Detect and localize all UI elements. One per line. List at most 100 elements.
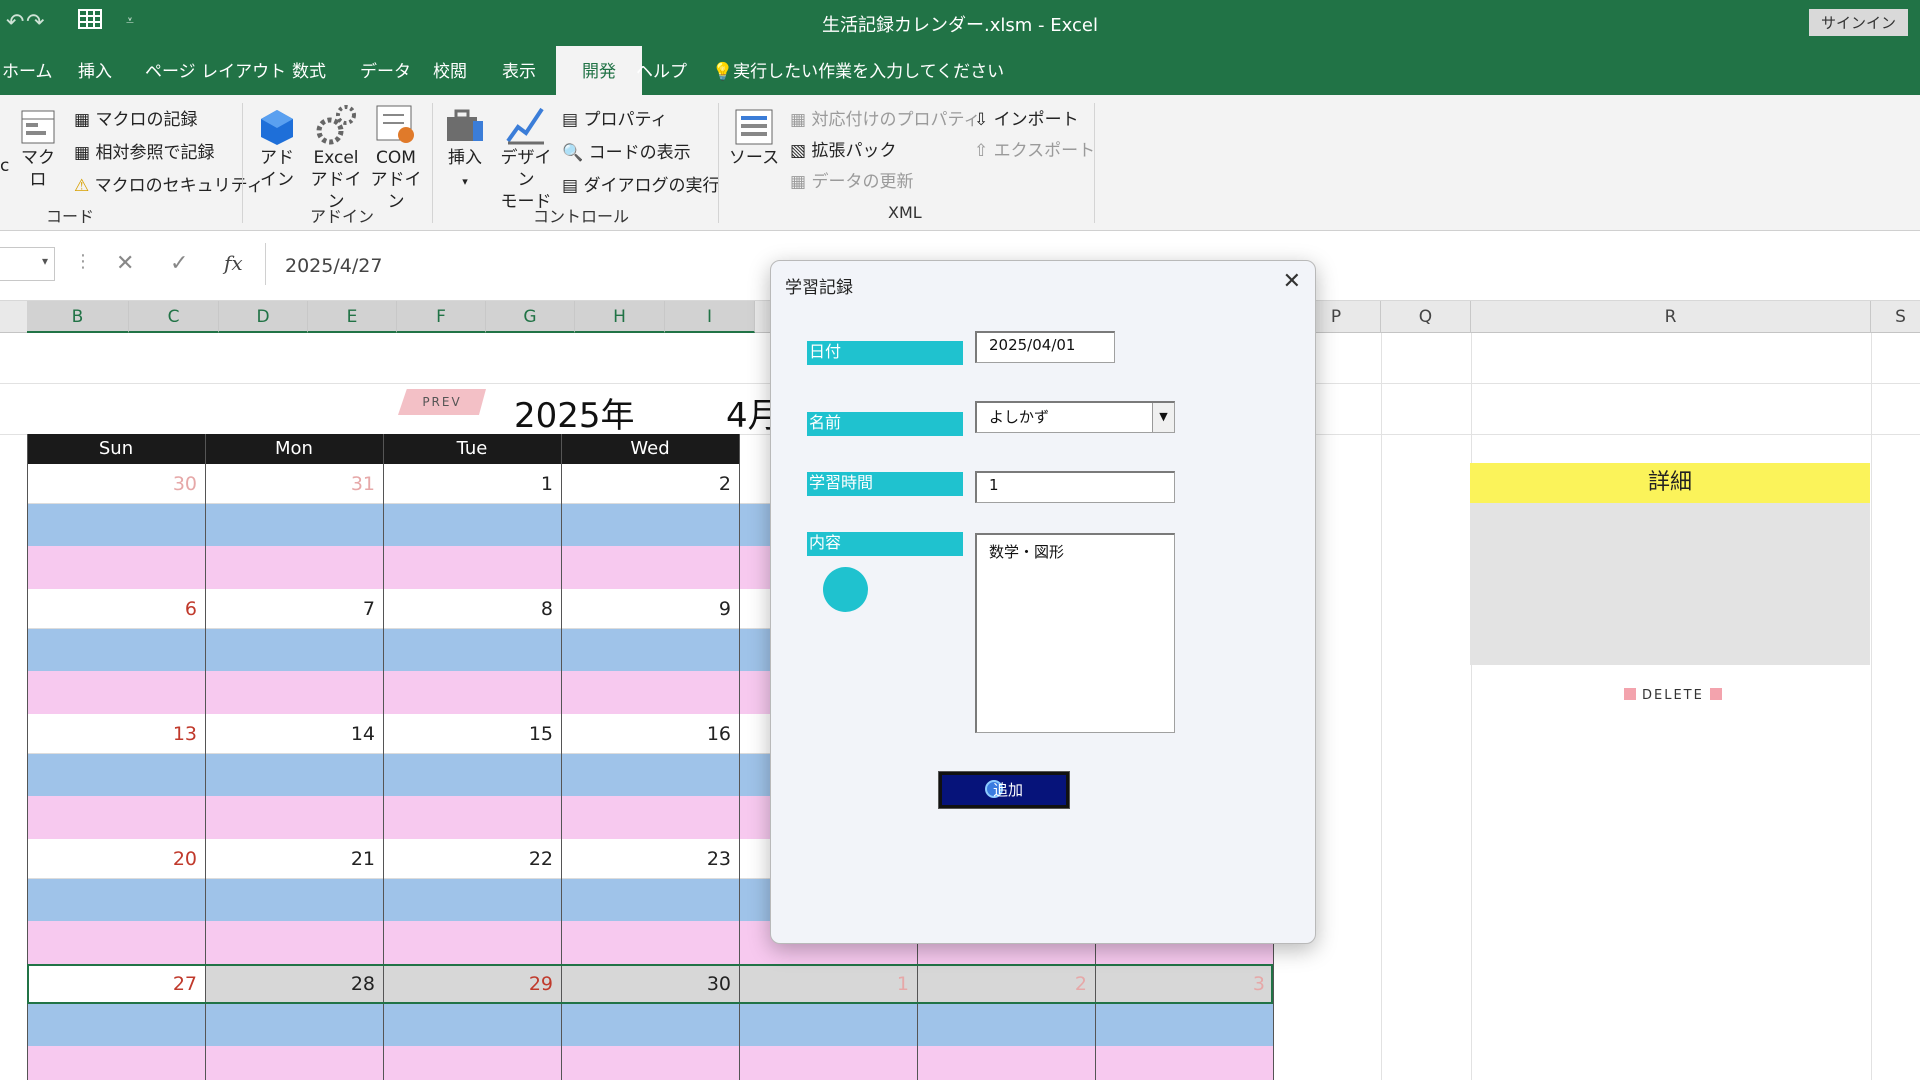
record-band-pink[interactable]: [27, 921, 205, 964]
tab-insert[interactable]: 挿入: [66, 46, 124, 95]
record-band-blue[interactable]: [383, 879, 561, 921]
record-band-pink[interactable]: [205, 921, 383, 964]
record-band-blue[interactable]: [27, 1004, 205, 1046]
record-band-pink[interactable]: [383, 921, 561, 964]
name-dropdown[interactable]: よしかず ▼: [975, 401, 1175, 433]
record-band-pink[interactable]: [27, 1046, 205, 1080]
record-band-blue[interactable]: [917, 1004, 1095, 1046]
drag-handle-icon[interactable]: ⋮: [74, 251, 92, 272]
calendar-date-cell[interactable]: 13: [27, 714, 205, 754]
column-header[interactable]: S: [1871, 301, 1920, 333]
record-band-blue[interactable]: [561, 754, 739, 796]
study-time-field[interactable]: 1: [975, 471, 1175, 503]
view-code-button[interactable]: 🔍 コードの表示: [562, 138, 691, 163]
tab-data[interactable]: データ: [348, 46, 423, 95]
date-field[interactable]: 2025/04/01: [975, 331, 1115, 363]
record-band-pink[interactable]: [27, 546, 205, 589]
record-band-pink[interactable]: [205, 671, 383, 714]
close-icon[interactable]: ✕: [1283, 269, 1301, 294]
record-band-blue[interactable]: [205, 504, 383, 546]
column-header[interactable]: G: [486, 301, 575, 333]
record-band-blue[interactable]: [561, 629, 739, 671]
record-band-pink[interactable]: [205, 796, 383, 839]
calendar-date-cell[interactable]: 16: [561, 714, 739, 754]
record-band-blue[interactable]: [561, 1004, 739, 1046]
import-button[interactable]: ⇩ インポート: [974, 105, 1079, 130]
content-textarea[interactable]: 数学・図形: [975, 533, 1175, 733]
relative-reference-button[interactable]: ▦ 相対参照で記録: [74, 138, 214, 163]
record-band-pink[interactable]: [383, 796, 561, 839]
record-macro-button[interactable]: ▦ マクロの記録: [74, 105, 197, 130]
record-band-blue[interactable]: [27, 504, 205, 546]
calendar-date-cell[interactable]: 8: [383, 589, 561, 629]
tab-view[interactable]: 表示: [490, 46, 548, 95]
column-header[interactable]: Q: [1381, 301, 1471, 333]
signin-button[interactable]: サインイン: [1808, 9, 1908, 36]
record-band-blue[interactable]: [27, 629, 205, 671]
map-properties-button[interactable]: ▦ 対応付けのプロパティ: [790, 105, 980, 130]
column-header[interactable]: F: [397, 301, 486, 333]
visual-basic-button[interactable]: c: [0, 155, 9, 177]
record-band-pink[interactable]: [383, 671, 561, 714]
record-band-pink[interactable]: [561, 546, 739, 589]
record-band-blue[interactable]: [27, 879, 205, 921]
insert-function-icon[interactable]: fx: [224, 251, 243, 275]
record-band-pink[interactable]: [205, 546, 383, 589]
chevron-down-icon[interactable]: ▼: [1152, 403, 1174, 432]
record-band-pink[interactable]: [561, 921, 739, 964]
record-band-pink[interactable]: [383, 1046, 561, 1080]
tell-me-box[interactable]: 💡実行したい作業を入力してください: [700, 46, 1016, 95]
expansion-packs-button[interactable]: ▧ 拡張パック: [790, 136, 896, 161]
macro-button[interactable]: マクロ: [16, 107, 60, 191]
column-header[interactable]: E: [308, 301, 397, 333]
record-band-pink[interactable]: [561, 671, 739, 714]
record-band-pink[interactable]: [561, 1046, 739, 1080]
delete-button[interactable]: DELETE: [1618, 688, 1728, 703]
calendar-date-cell[interactable]: 23: [561, 839, 739, 879]
properties-button[interactable]: ▤ プロパティ: [562, 105, 667, 130]
record-band-blue[interactable]: [739, 1004, 917, 1046]
record-band-blue[interactable]: [383, 754, 561, 796]
record-band-blue[interactable]: [383, 504, 561, 546]
xml-source-button[interactable]: ソース: [728, 107, 780, 169]
calendar-date-cell[interactable]: 1: [383, 464, 561, 504]
record-band-blue[interactable]: [27, 754, 205, 796]
calendar-date-cell[interactable]: 7: [205, 589, 383, 629]
refresh-data-button[interactable]: ▦ データの更新: [790, 167, 913, 192]
tab-page-layout[interactable]: ページ レイアウト: [133, 46, 298, 95]
record-band-pink[interactable]: [383, 546, 561, 589]
record-band-blue[interactable]: [383, 629, 561, 671]
calendar-date-cell[interactable]: 21: [205, 839, 383, 879]
prev-month-button[interactable]: PREV: [398, 389, 486, 415]
add-button[interactable]: 追加: [938, 771, 1070, 809]
record-band-blue[interactable]: [383, 1004, 561, 1046]
calendar-date-cell[interactable]: 15: [383, 714, 561, 754]
record-band-blue[interactable]: [205, 879, 383, 921]
record-band-blue[interactable]: [205, 1004, 383, 1046]
calendar-date-cell[interactable]: 6: [27, 589, 205, 629]
column-header[interactable]: D: [219, 301, 308, 333]
calendar-date-cell[interactable]: 31: [205, 464, 383, 504]
calendar-date-cell[interactable]: 20: [27, 839, 205, 879]
record-band-blue[interactable]: [561, 879, 739, 921]
tab-home[interactable]: ホーム: [0, 46, 65, 95]
record-band-blue[interactable]: [205, 629, 383, 671]
record-band-pink[interactable]: [205, 1046, 383, 1080]
column-header[interactable]: C: [129, 301, 219, 333]
calendar-date-cell[interactable]: 14: [205, 714, 383, 754]
tab-formulas[interactable]: 数式: [280, 46, 338, 95]
addins-button[interactable]: アド イン: [254, 107, 300, 191]
cancel-icon[interactable]: ✕: [116, 251, 134, 276]
column-header[interactable]: I: [665, 301, 755, 333]
export-button[interactable]: ⇧ エクスポート: [974, 136, 1095, 161]
record-band-pink[interactable]: [739, 1046, 917, 1080]
record-band-pink[interactable]: [917, 1046, 1095, 1080]
excel-addins-button[interactable]: Excel アドイン: [306, 103, 366, 213]
tab-review[interactable]: 校閲: [421, 46, 479, 95]
calendar-date-cell[interactable]: 30: [27, 464, 205, 504]
record-band-pink[interactable]: [27, 671, 205, 714]
macro-security-button[interactable]: ⚠ マクロのセキュリティ: [74, 171, 264, 196]
column-header[interactable]: H: [575, 301, 665, 333]
com-addins-button[interactable]: COM アドイン: [366, 103, 426, 213]
formula-input[interactable]: 2025/4/27: [285, 255, 382, 277]
